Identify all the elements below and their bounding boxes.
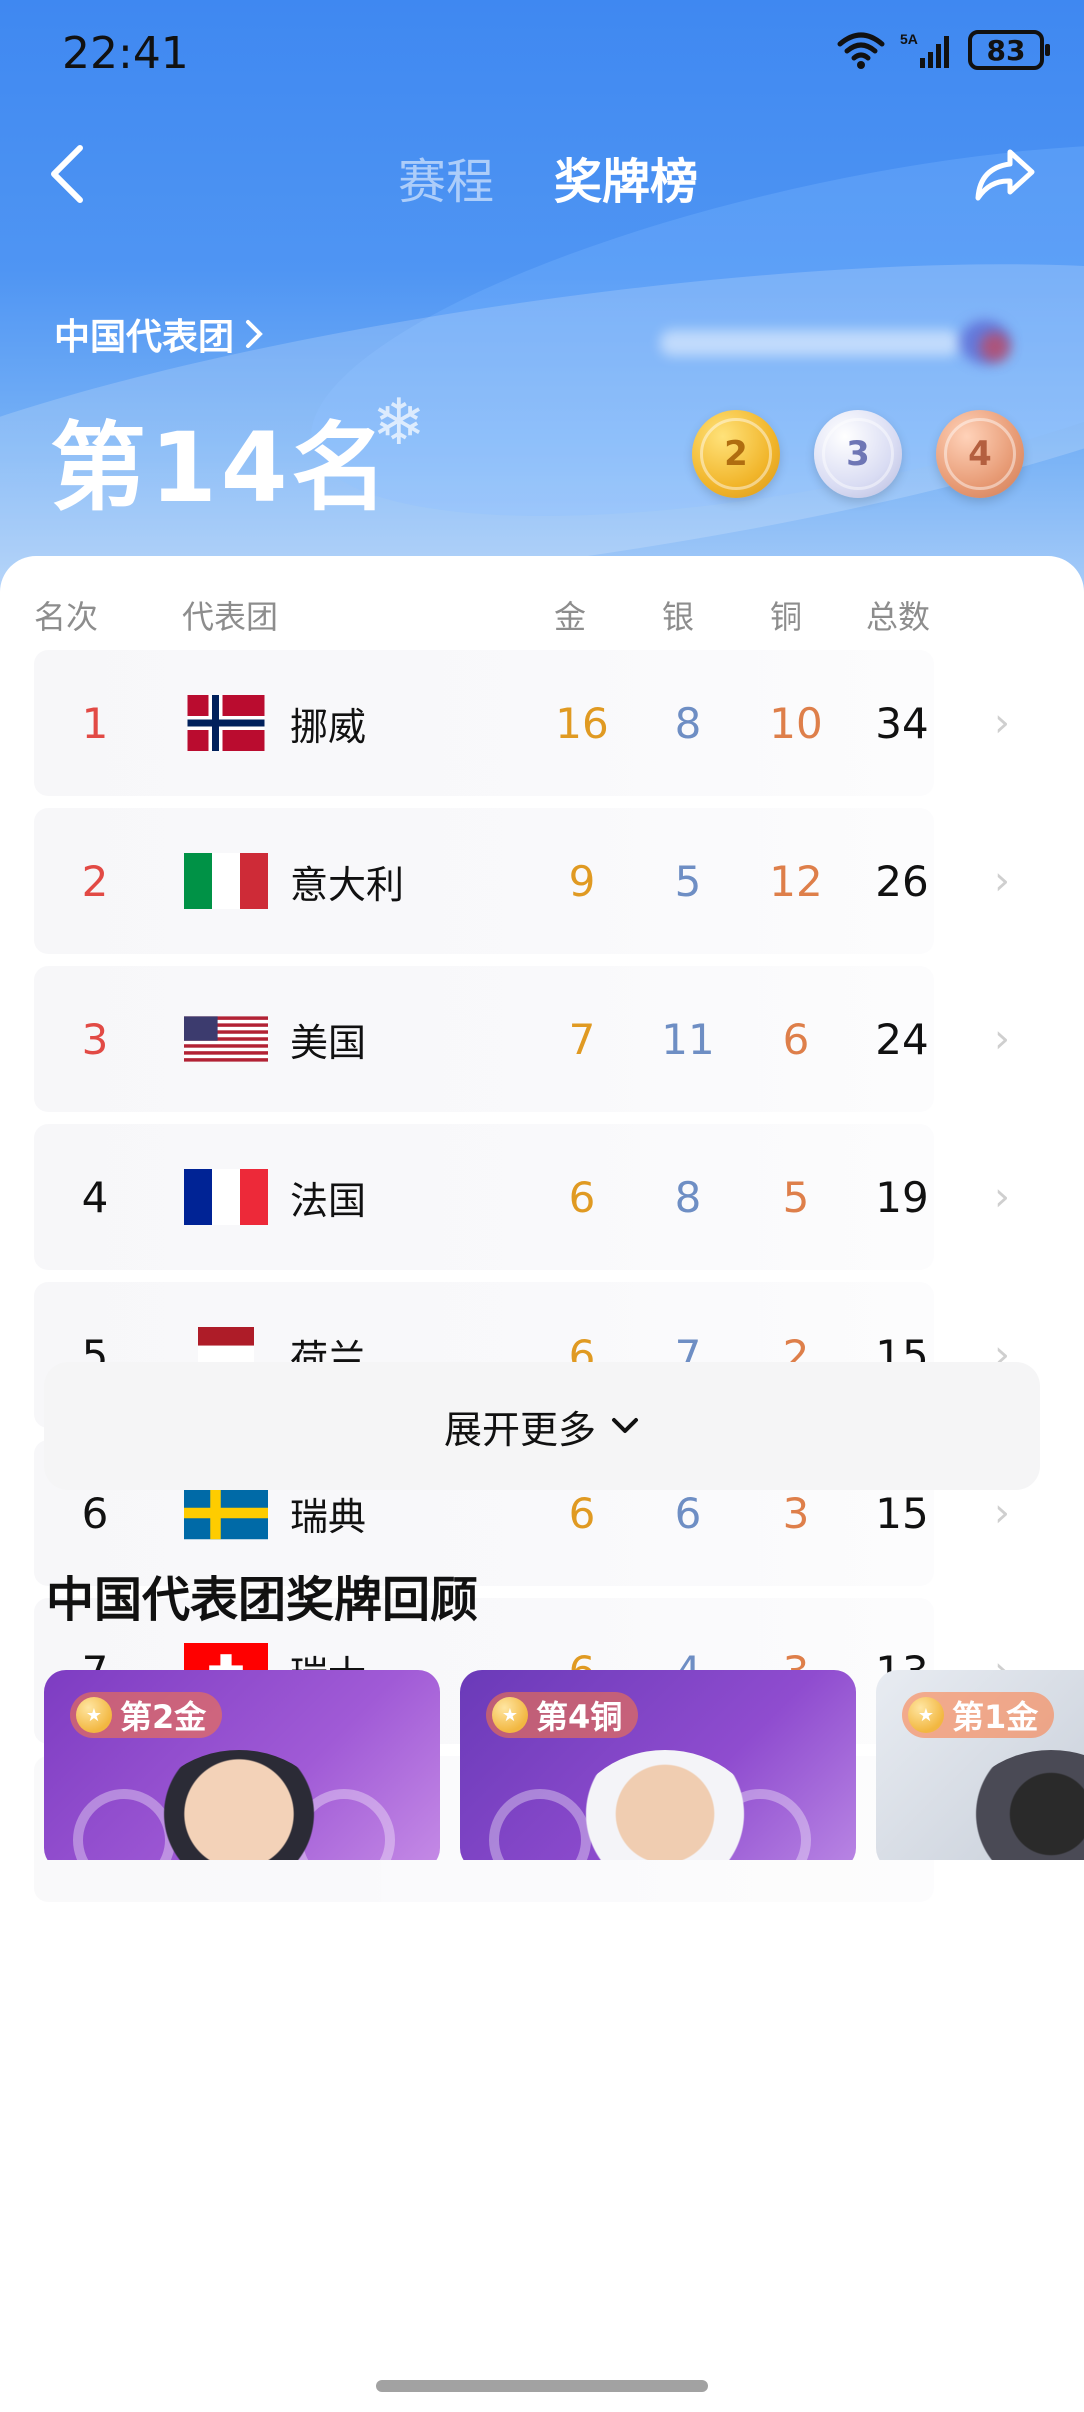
tab-schedule[interactable]: 赛程 bbox=[398, 142, 494, 212]
chevron-right-icon: › bbox=[994, 858, 1010, 904]
row-silver: 8 bbox=[674, 1172, 702, 1222]
row-gold: 7 bbox=[568, 1014, 596, 1064]
athlete-photo bbox=[956, 1750, 1084, 1860]
medal-review-carousel: ★ 第2金 ★ 第4铜 ★ 第1金 bbox=[0, 1670, 1084, 1860]
medal-badge-label: 第2金 bbox=[120, 1698, 207, 1736]
bronze-medal-icon: 4 bbox=[936, 410, 1024, 498]
battery-icon: 83 bbox=[968, 30, 1050, 70]
medal-review-card[interactable]: ★ 第2金 bbox=[44, 1670, 440, 1860]
row-team-name: 挪威 bbox=[290, 704, 367, 749]
tab-medal-table[interactable]: 奖牌榜 bbox=[554, 142, 698, 212]
team-rank: 第14名 bbox=[50, 412, 392, 524]
team-link-label: 中国代表团 bbox=[54, 317, 235, 358]
athlete-photo bbox=[144, 1750, 334, 1860]
gold-count: 2 bbox=[724, 434, 748, 474]
row-gold: 16 bbox=[555, 698, 609, 748]
chevron-down-icon bbox=[612, 1418, 638, 1433]
chevron-right-icon: › bbox=[994, 1016, 1010, 1062]
expand-more-button[interactable]: 展开更多 bbox=[44, 1362, 1040, 1490]
table-row[interactable]: 3 美国 7 11 6 24 › bbox=[0, 966, 1084, 1124]
italy-flag-icon bbox=[184, 808, 268, 954]
row-bronze: 5 bbox=[782, 1172, 810, 1222]
table-header: 名次 代表团 金 银 铜 总数 bbox=[0, 592, 1084, 642]
athlete-photo bbox=[570, 1750, 760, 1860]
top-nav: 赛程 奖牌榜 bbox=[0, 120, 1084, 230]
medal-badge: ★ 第1金 bbox=[902, 1692, 1055, 1738]
signal-icon: 5A bbox=[900, 31, 949, 68]
table-row[interactable]: 2 意大利 9 5 12 26 › bbox=[0, 808, 1084, 966]
header-team: 代表团 bbox=[182, 598, 279, 636]
row-bronze: 10 bbox=[769, 698, 823, 748]
status-icons: 5A 83 bbox=[836, 30, 1050, 70]
medal-review-card[interactable]: ★ 第1金 bbox=[876, 1670, 1084, 1860]
row-bronze: 6 bbox=[782, 1014, 810, 1064]
expand-more-label: 展开更多 bbox=[443, 1407, 596, 1452]
row-rank: 4 bbox=[81, 1172, 109, 1222]
medal-review-card[interactable]: ★ 第4铜 bbox=[460, 1670, 856, 1860]
chevron-right-icon: › bbox=[994, 1174, 1010, 1220]
row-total: 34 bbox=[875, 698, 929, 748]
status-bar: 22:41 5A 83 bbox=[0, 0, 1084, 110]
row-silver: 5 bbox=[674, 856, 702, 906]
svg-text:5A: 5A bbox=[900, 31, 918, 47]
row-team-name: 法国 bbox=[290, 1178, 367, 1223]
medal-icon: ★ bbox=[908, 1697, 944, 1733]
medal-badge-label: 第1金 bbox=[952, 1698, 1039, 1736]
row-rank: 2 bbox=[81, 856, 109, 906]
team-medal-summary: 2 3 4 bbox=[692, 410, 1024, 498]
medal-badge: ★ 第4铜 bbox=[486, 1692, 639, 1738]
bronze-count: 4 bbox=[968, 434, 992, 474]
table-row[interactable]: 1 挪威 16 8 10 34 › bbox=[0, 650, 1084, 808]
header-gold: 金 bbox=[554, 598, 587, 636]
snowflake-icon: ❄ bbox=[372, 386, 426, 460]
medal-icon: ★ bbox=[492, 1697, 528, 1733]
header-rank: 名次 bbox=[34, 598, 99, 636]
medal-badge-label: 第4铜 bbox=[536, 1698, 623, 1736]
home-indicator[interactable] bbox=[376, 2380, 708, 2392]
header-bronze: 铜 bbox=[770, 598, 803, 636]
chevron-right-icon: › bbox=[994, 700, 1010, 746]
chevron-right-icon bbox=[246, 320, 263, 348]
row-rank: 1 bbox=[81, 698, 109, 748]
silver-medal-icon: 3 bbox=[814, 410, 902, 498]
row-team-name: 美国 bbox=[290, 1020, 367, 1065]
row-total: 24 bbox=[875, 1014, 929, 1064]
blurred-decoration bbox=[660, 320, 1040, 370]
row-silver: 8 bbox=[674, 698, 702, 748]
china-team-link[interactable]: 中国代表团 bbox=[54, 308, 264, 360]
wifi-icon bbox=[837, 32, 885, 69]
row-silver: 11 bbox=[661, 1014, 715, 1064]
medal-badge: ★ 第2金 bbox=[70, 1692, 223, 1738]
france-flag-icon bbox=[184, 1124, 268, 1270]
row-total: 26 bbox=[875, 856, 929, 906]
gold-medal-icon: 2 bbox=[692, 410, 780, 498]
norway-flag-icon bbox=[184, 650, 268, 796]
usa-flag-icon bbox=[184, 966, 268, 1112]
medal-review-title: 中国代表团奖牌回顾 bbox=[46, 1572, 479, 1628]
medal-icon: ★ bbox=[76, 1697, 112, 1733]
row-gold: 9 bbox=[568, 856, 596, 906]
silver-count: 3 bbox=[846, 434, 870, 474]
table-row[interactable]: 4 法国 6 8 5 19 › bbox=[0, 1124, 1084, 1282]
header-total: 总数 bbox=[866, 598, 931, 636]
status-time: 22:41 bbox=[62, 28, 189, 79]
share-icon[interactable] bbox=[970, 140, 1040, 210]
row-rank: 3 bbox=[81, 1014, 109, 1064]
row-total: 19 bbox=[875, 1172, 929, 1222]
back-arrow-icon[interactable] bbox=[44, 142, 94, 206]
row-team-name: 意大利 bbox=[290, 862, 405, 907]
row-bronze: 12 bbox=[769, 856, 823, 906]
header-silver: 银 bbox=[662, 598, 695, 636]
row-gold: 6 bbox=[568, 1172, 596, 1222]
